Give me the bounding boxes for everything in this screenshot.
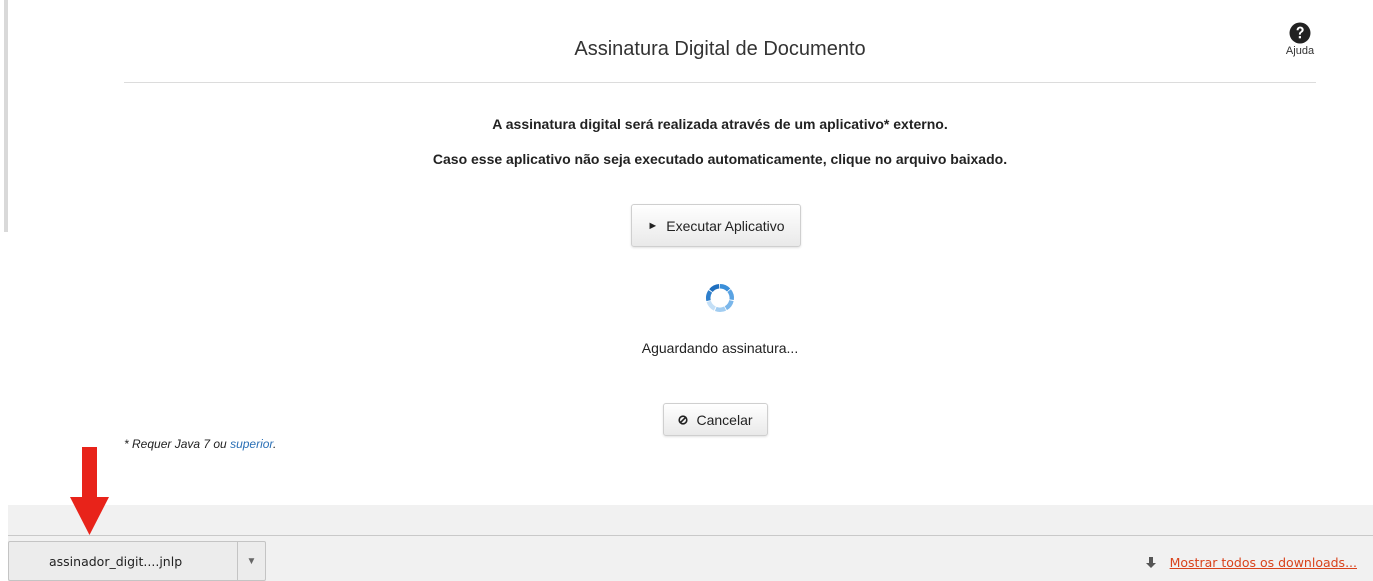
cancel-label: Cancelar [696, 411, 753, 428]
download-arrow-icon [1145, 556, 1156, 568]
instruction-line-1: A assinatura digital será realizada atra… [492, 116, 948, 132]
footnote-end: . [273, 437, 277, 451]
cancel-button[interactable]: Cancelar [663, 403, 768, 436]
left-edge-bar [4, 0, 8, 232]
question-circle-icon [1289, 22, 1311, 44]
instruction-line-2: Caso esse aplicativo não seja executado … [432, 151, 1008, 167]
show-all-downloads[interactable]: Mostrar todos os downloads... [1145, 555, 1357, 570]
status-text: Aguardando assinatura... [641, 340, 799, 356]
download-shelf-divider [8, 535, 1373, 536]
download-item[interactable]: assinador_digit....jnlp ▼ [8, 541, 266, 581]
title-divider [124, 82, 1316, 83]
run-application-label: Executar Aplicativo [666, 217, 785, 234]
ban-icon [678, 414, 689, 425]
play-triangle-icon: ► [647, 219, 659, 232]
java-requirement-note: * Requer Java 7 ou superior. [124, 437, 276, 451]
show-all-downloads-link[interactable]: Mostrar todos os downloads... [1170, 555, 1357, 570]
page-title: Assinatura Digital de Documento [574, 38, 866, 60]
help-button[interactable]: Ajuda [1278, 22, 1322, 57]
help-label: Ajuda [1285, 45, 1315, 57]
superior-link[interactable]: superior [230, 437, 273, 451]
chevron-down-icon[interactable]: ▼ [238, 556, 265, 567]
download-file-name[interactable]: assinador_digit....jnlp [9, 554, 237, 569]
footnote-text: * Requer Java 7 ou [124, 437, 231, 451]
red-arrow-icon [70, 447, 109, 535]
loading-spinner-icon [705, 284, 734, 312]
run-application-button[interactable]: ► Executar Aplicativo [631, 204, 801, 247]
